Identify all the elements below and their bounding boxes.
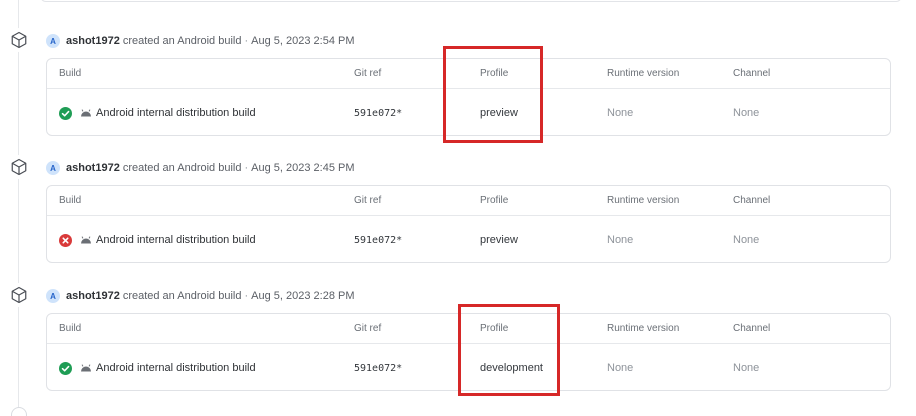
- activity-header: A ashot1972 created an Android build · A…: [46, 32, 355, 50]
- timestamp: Aug 5, 2023 2:54 PM: [251, 35, 355, 47]
- column-header-git-ref: Git ref: [354, 323, 382, 334]
- column-header-build: Build: [59, 195, 82, 206]
- android-icon: [80, 236, 92, 244]
- channel-value: None: [733, 362, 760, 374]
- highlight-box-profile-preview: [443, 46, 543, 143]
- build-cell[interactable]: Android internal distribution build: [59, 89, 256, 137]
- action-text: created an Android build: [122, 290, 242, 302]
- avatar[interactable]: A: [46, 34, 60, 48]
- table-header: Build Git ref Profile Runtime version Ch…: [47, 186, 890, 216]
- column-header-channel: Channel: [733, 195, 771, 206]
- action-text: created an Android build: [122, 162, 242, 174]
- separator: ·: [244, 290, 249, 302]
- separator: ·: [244, 35, 249, 47]
- build-name: Android internal distribution build: [96, 362, 256, 374]
- x-circle-icon: [59, 233, 72, 247]
- runtime-version-value: None: [607, 234, 634, 246]
- build-table: Build Git ref Profile Runtime version Ch…: [46, 185, 891, 263]
- column-header-channel: Channel: [733, 68, 771, 79]
- username-link[interactable]: ashot1972: [66, 35, 120, 47]
- package-box-icon: [7, 155, 31, 179]
- timestamp: Aug 5, 2023 2:45 PM: [251, 162, 355, 174]
- android-icon: [80, 364, 92, 372]
- timeline-node-next: [11, 407, 27, 416]
- build-name: Android internal distribution build: [96, 107, 256, 119]
- git-ref-value: 591e072*: [354, 107, 403, 119]
- git-ref-value: 591e072*: [354, 234, 403, 246]
- avatar[interactable]: A: [46, 289, 60, 303]
- column-header-build: Build: [59, 323, 82, 334]
- previous-activity-card: [40, 0, 902, 2]
- column-header-git-ref: Git ref: [354, 68, 382, 79]
- column-header-runtime-version: Runtime version: [607, 195, 680, 206]
- column-header-profile: Profile: [480, 195, 509, 206]
- channel-value: None: [733, 107, 760, 119]
- avatar[interactable]: A: [46, 161, 60, 175]
- channel-value: None: [733, 234, 760, 246]
- check-circle-icon: [59, 106, 72, 120]
- build-cell[interactable]: Android internal distribution build: [59, 344, 256, 392]
- package-box-icon: [7, 283, 31, 307]
- profile-value: preview: [480, 234, 518, 246]
- activity-header: A ashot1972 created an Android build · A…: [46, 159, 355, 177]
- package-box-icon: [7, 28, 31, 52]
- highlight-box-profile-development: [458, 304, 560, 396]
- check-circle-icon: [59, 361, 72, 375]
- separator: ·: [244, 162, 249, 174]
- git-ref-value: 591e072*: [354, 362, 403, 374]
- column-header-runtime-version: Runtime version: [607, 323, 680, 334]
- username-link[interactable]: ashot1972: [66, 162, 120, 174]
- action-text: created an Android build: [122, 35, 242, 47]
- timestamp: Aug 5, 2023 2:28 PM: [251, 290, 355, 302]
- username-link[interactable]: ashot1972: [66, 290, 120, 302]
- column-header-git-ref: Git ref: [354, 195, 382, 206]
- column-header-build: Build: [59, 68, 82, 79]
- table-row[interactable]: Android internal distribution build 591e…: [47, 216, 890, 264]
- activity-header: A ashot1972 created an Android build · A…: [46, 287, 355, 305]
- android-icon: [80, 109, 92, 117]
- column-header-runtime-version: Runtime version: [607, 68, 680, 79]
- column-header-channel: Channel: [733, 323, 771, 334]
- build-cell[interactable]: Android internal distribution build: [59, 216, 256, 264]
- runtime-version-value: None: [607, 107, 634, 119]
- activity-entry: A ashot1972 created an Android build · A…: [0, 155, 916, 275]
- runtime-version-value: None: [607, 362, 634, 374]
- build-name: Android internal distribution build: [96, 234, 256, 246]
